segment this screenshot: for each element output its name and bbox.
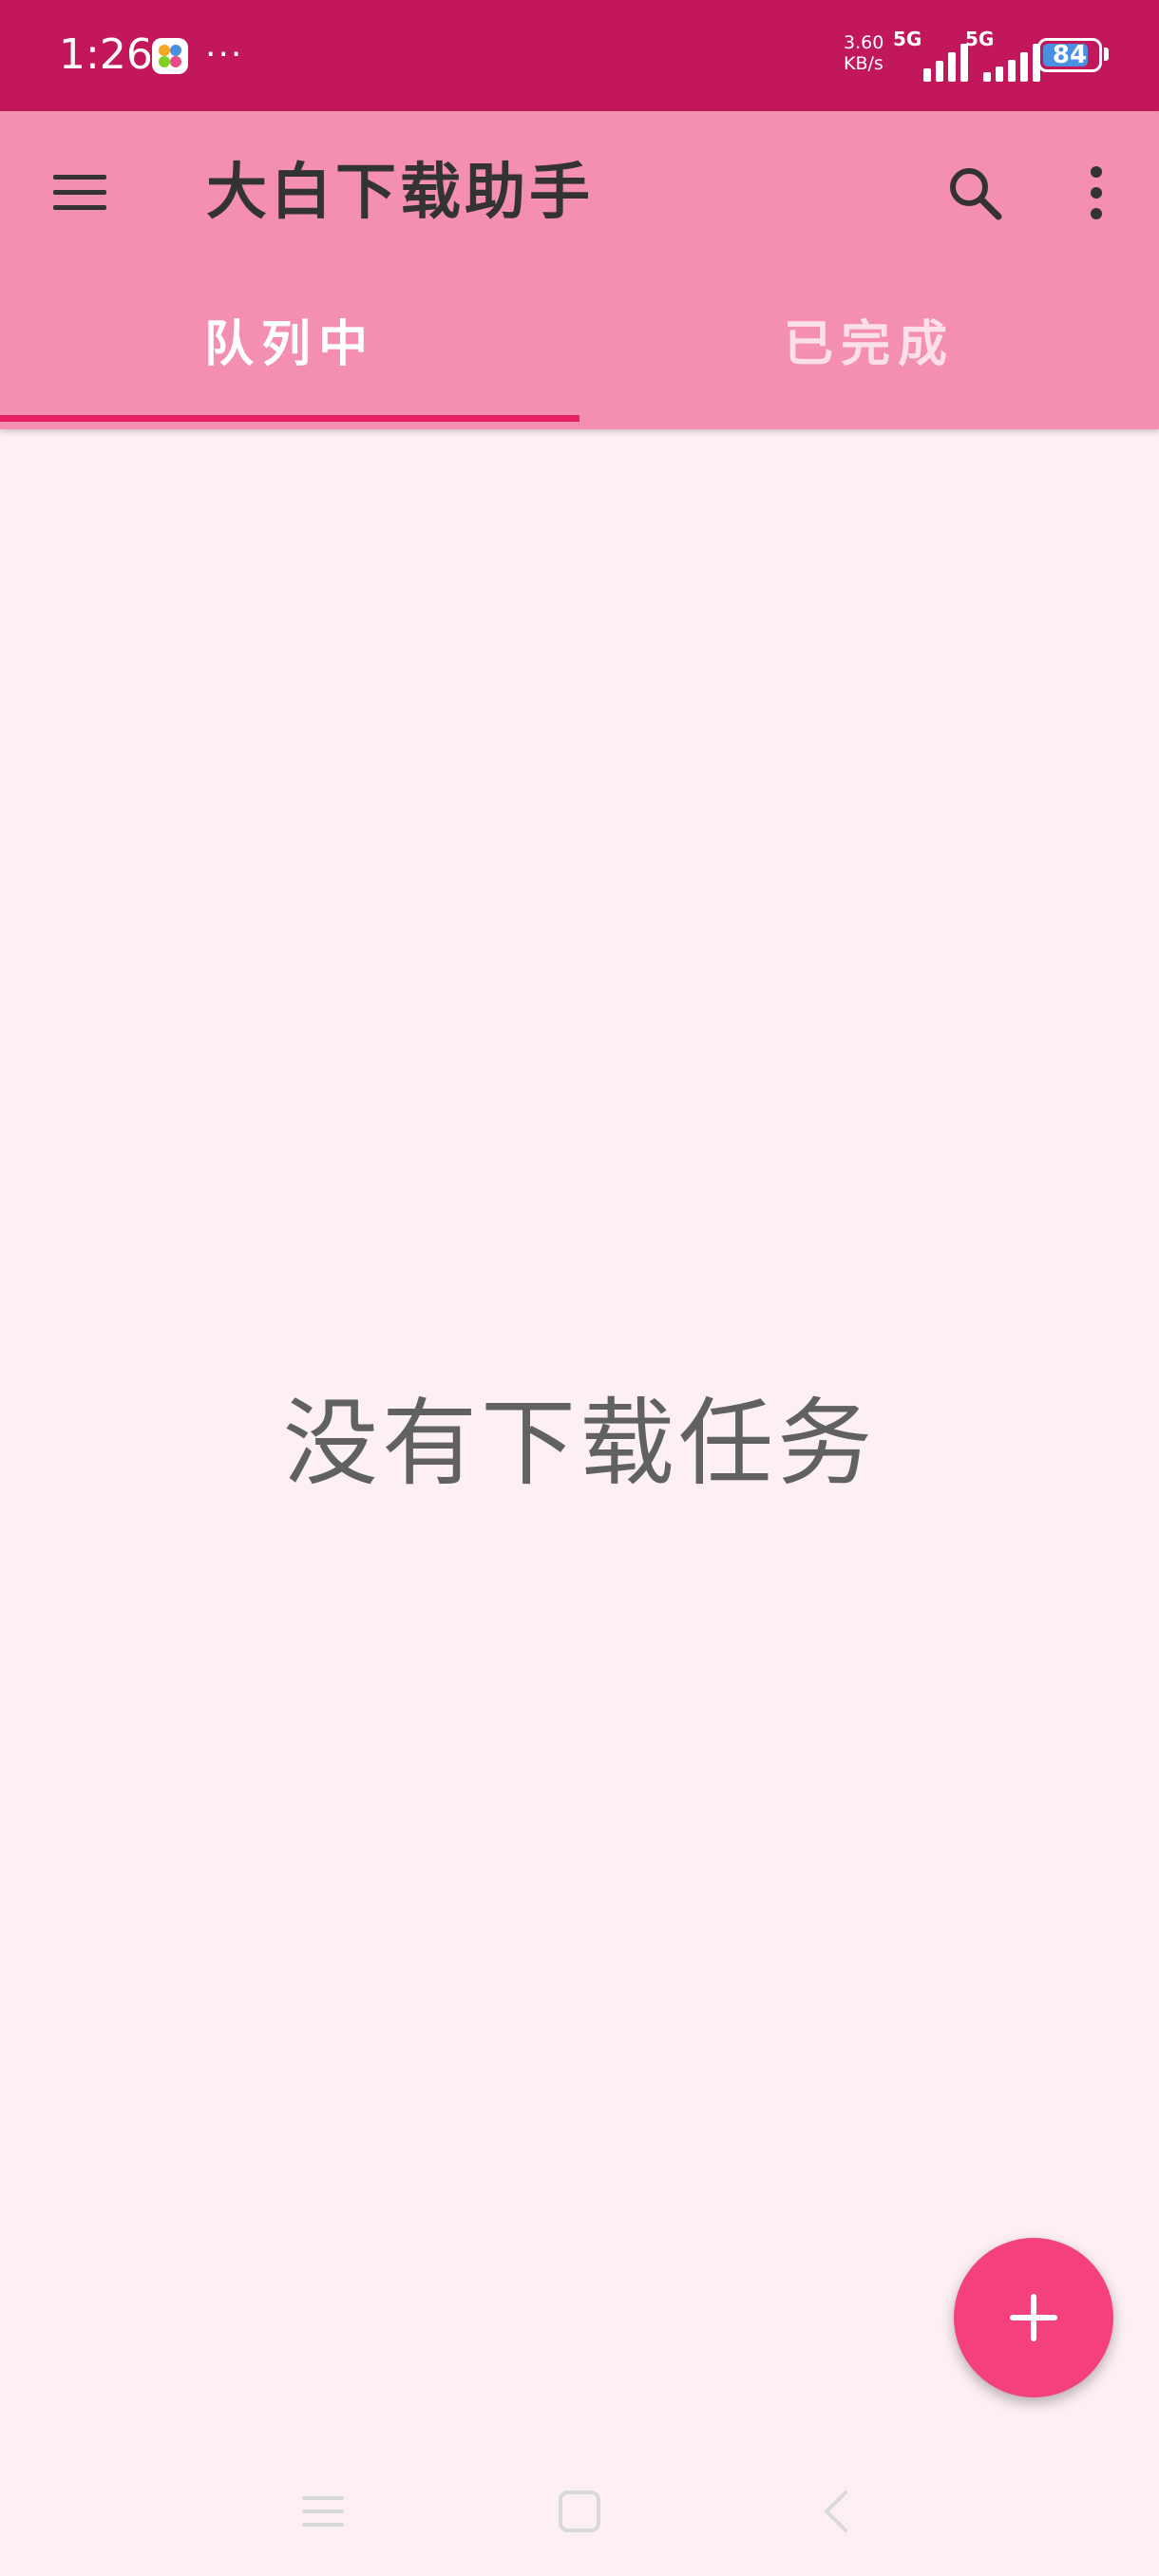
recents-icon (302, 2496, 344, 2527)
status-time: 1:26 (59, 30, 153, 79)
more-options-button[interactable] (1054, 151, 1138, 235)
home-icon (559, 2491, 600, 2532)
tab-bar: 队列中 已完成 (0, 292, 1159, 429)
menu-icon (53, 175, 106, 210)
add-task-button[interactable] (954, 2238, 1113, 2397)
network-speed-unit: KB/s (844, 53, 884, 74)
empty-state-message: 没有下载任务 (283, 1388, 876, 1499)
nav-back-button[interactable] (809, 2483, 863, 2540)
page-title: 大白下载助手 (206, 158, 594, 228)
nav-home-button[interactable] (551, 2483, 608, 2540)
network-speed: 3.60 KB/s (844, 32, 895, 74)
more-notifications-icon: ··· (205, 35, 244, 74)
network-speed-value: 3.60 (844, 32, 884, 53)
battery-tip (1104, 47, 1109, 61)
tab-queue[interactable]: 队列中 (0, 292, 580, 429)
back-icon (825, 2491, 847, 2532)
nav-recents-button[interactable] (296, 2485, 350, 2538)
search-button[interactable] (933, 151, 1016, 235)
app-bar: 大白下载助手 队列中 已完成 (0, 111, 1159, 429)
menu-button[interactable] (38, 151, 122, 235)
signal-bars-icon (980, 38, 1043, 82)
battery-level: 84 (1052, 41, 1088, 69)
search-icon (950, 168, 1002, 220)
signal-bars-icon (908, 38, 971, 82)
tab-indicator (0, 415, 580, 422)
battery-icon: 84 (1037, 38, 1102, 72)
plus-icon (1010, 2294, 1057, 2341)
status-bar: 1:26 ··· 3.60 KB/s 5G 5G 84 (0, 0, 1159, 111)
more-vert-icon (1091, 166, 1102, 219)
notification-app-icon (152, 38, 188, 74)
tab-completed[interactable]: 已完成 (580, 292, 1159, 429)
